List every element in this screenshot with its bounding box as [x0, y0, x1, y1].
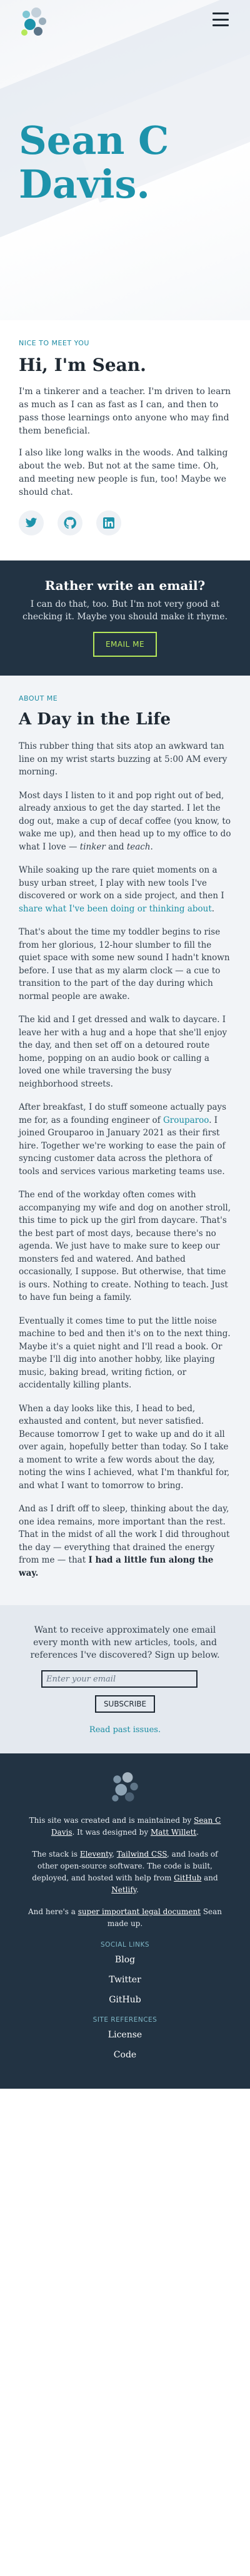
text-span: The stack is	[32, 1850, 80, 1858]
intro-section: Nice to meet you Hi, I'm Sean. I'm a tin…	[0, 320, 250, 560]
site-title: Sean C Davis.	[19, 118, 169, 207]
footer-link-twitter[interactable]: Twitter	[22, 1975, 228, 1985]
about-heading: A Day in the Life	[19, 710, 171, 729]
about-paragraph: The end of the workday often comes with …	[19, 1190, 231, 1302]
text-span: .	[150, 841, 153, 852]
about-paragraph: And as I drift off to sleep, thinking ab…	[19, 1503, 231, 1580]
site-header: Sean C Davis.	[0, 0, 250, 320]
linkedin-link[interactable]	[96, 510, 121, 535]
text-span: While soaking up the rare quiet moments …	[19, 865, 224, 901]
newsletter-section: Want to receive approximately one email …	[0, 1605, 250, 1753]
about-paragraph: Eventually it comes time to put the litt…	[19, 1316, 231, 1391]
about-paragraph: The kid and I get dressed and walk to da…	[19, 1015, 228, 1089]
text-span: .	[196, 1828, 199, 1837]
intro-paragraph: I also like long walks in the woods. And…	[19, 448, 228, 497]
about-section: About me A Day in the Life This rubber t…	[0, 676, 250, 1605]
text-span: . It was designed by	[72, 1828, 151, 1837]
github-footer-link[interactable]: GitHub	[174, 1874, 201, 1882]
about-eyebrow: About me	[19, 694, 58, 702]
site-references-heading: Site References	[92, 2016, 158, 2024]
footer-stack: The stack is Eleventy, Tailwind CSS, and…	[22, 1848, 228, 1896]
tailwind-link[interactable]: Tailwind CSS	[117, 1850, 167, 1858]
text-span: ,	[112, 1850, 117, 1858]
about-paragraph: After breakfast, I do stuff someone actu…	[19, 1101, 231, 1178]
linkedin-icon	[103, 517, 114, 529]
footer-legal: And here's a super important legal docum…	[22, 1906, 228, 1930]
share-link[interactable]: share what I've been doing or thinking a…	[19, 904, 212, 914]
email-field[interactable]	[41, 1670, 198, 1688]
text-span: and	[201, 1874, 218, 1882]
email-me-button[interactable]: Email me	[92, 632, 158, 657]
email-band-heading: Rather write an email?	[44, 578, 206, 593]
legal-link[interactable]: super important legal document	[78, 1907, 201, 1916]
emphasis: tinker	[79, 841, 106, 852]
twitter-icon	[25, 517, 38, 527]
github-icon	[64, 517, 76, 529]
about-paragraph: When a day looks like this, I head to be…	[19, 1403, 230, 1491]
footer-link-license[interactable]: License	[22, 2030, 228, 2040]
grouparoo-link[interactable]: Grouparoo	[163, 1115, 209, 1125]
text-span: .	[136, 1885, 139, 1894]
footer-link-blog[interactable]: Blog	[22, 1955, 228, 1965]
dot-cluster-logo-icon[interactable]	[108, 1771, 142, 1805]
footer-credit: This site was created and is maintained …	[22, 1815, 228, 1838]
email-band: Rather write an email? I can do that, to…	[0, 560, 250, 676]
text-span: and	[105, 841, 127, 852]
emphasis: teach	[126, 841, 151, 852]
subscribe-button[interactable]: Subscribe	[94, 1695, 156, 1713]
intro-heading: Hi, I'm Sean.	[19, 355, 146, 375]
text-span: And here's a	[28, 1907, 78, 1916]
newsletter-lead: Want to receive approximately one email …	[30, 1625, 220, 1660]
text-span: This site was created and is maintained …	[29, 1816, 194, 1825]
intro-paragraph: I'm a tinkerer and a teacher. I'm driven…	[19, 387, 231, 436]
past-issues-link[interactable]: Read past issues.	[89, 1725, 161, 1735]
about-paragraph: Most days I listen to it and pop right o…	[19, 789, 231, 854]
text-span: .	[211, 903, 215, 914]
dot-cluster-logo-icon[interactable]	[18, 6, 50, 39]
footer-link-code[interactable]: Code	[22, 2050, 228, 2060]
about-paragraph: While soaking up the rare quiet moments …	[19, 864, 231, 915]
footer-link-github[interactable]: GitHub	[22, 1995, 228, 2005]
about-paragraph: That's about the time my toddler begins …	[19, 927, 230, 1001]
netlify-link[interactable]: Netlify	[111, 1885, 136, 1894]
email-band-text: I can do that, too. But I'm not very goo…	[22, 599, 228, 622]
social-links-heading: Social Links	[100, 1941, 150, 1949]
eleventy-link[interactable]: Eleventy	[80, 1850, 112, 1858]
subscribe-label: Subscribe	[103, 1700, 147, 1708]
designer-link[interactable]: Matt Willett	[151, 1828, 196, 1837]
hamburger-menu-icon[interactable]	[212, 13, 229, 26]
about-paragraph: This rubber thing that sits atop an awkw…	[19, 741, 228, 777]
twitter-link[interactable]	[19, 510, 44, 535]
email-me-label: Email me	[105, 640, 145, 649]
intro-eyebrow: Nice to meet you	[19, 339, 89, 347]
social-icons	[19, 510, 231, 535]
github-link[interactable]	[58, 510, 82, 535]
site-footer: This site was created and is maintained …	[0, 1753, 250, 2089]
